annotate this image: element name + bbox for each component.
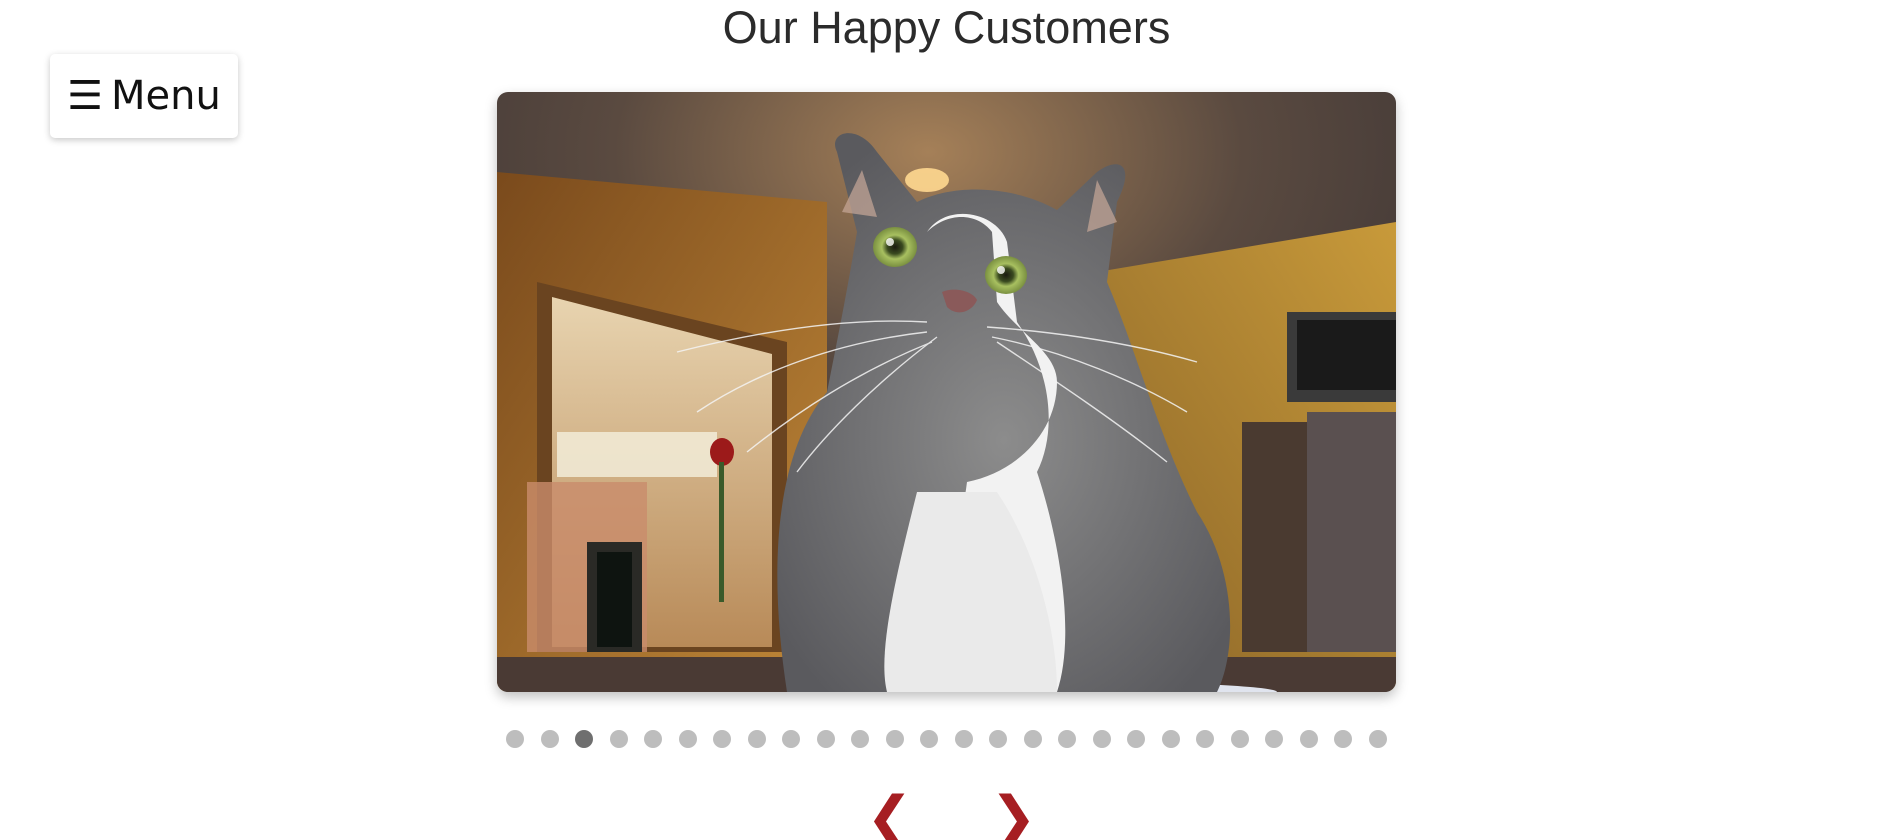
carousel-dot[interactable] (816, 730, 835, 748)
carousel-dot[interactable] (885, 730, 904, 748)
carousel-dot[interactable] (1058, 730, 1077, 748)
carousel-dot[interactable] (1368, 730, 1387, 748)
carousel-dot[interactable] (644, 730, 663, 748)
carousel-dot[interactable] (920, 730, 939, 748)
menu-button[interactable]: ☰ Menu (50, 54, 238, 138)
carousel-dots (497, 730, 1396, 752)
carousel-dot[interactable] (1127, 730, 1146, 748)
carousel-dot[interactable] (609, 730, 628, 748)
menu-label: Menu (111, 73, 221, 119)
carousel-dot[interactable] (678, 730, 697, 748)
carousel-dot[interactable] (782, 730, 801, 748)
carousel-dot[interactable] (954, 730, 973, 748)
carousel-dot[interactable] (851, 730, 870, 748)
carousel-dot[interactable] (1299, 730, 1318, 748)
page-title: Our Happy Customers (722, 2, 1171, 53)
chevron-right-icon[interactable]: ❯ (990, 790, 1037, 840)
cat-photo (497, 92, 1396, 692)
carousel-slide (497, 92, 1396, 692)
carousel-dot[interactable] (713, 730, 732, 748)
chevron-left-icon[interactable]: ❮ (866, 790, 913, 840)
carousel-dot[interactable] (1092, 730, 1111, 748)
carousel-dot[interactable] (540, 730, 559, 748)
carousel-dot[interactable] (1196, 730, 1215, 748)
carousel-dot-active[interactable] (575, 730, 594, 748)
hamburger-icon: ☰ (67, 73, 104, 119)
carousel-dot[interactable] (989, 730, 1008, 748)
carousel-dot[interactable] (1265, 730, 1284, 748)
carousel-dot[interactable] (1334, 730, 1353, 748)
carousel-dot[interactable] (1230, 730, 1249, 748)
carousel-dot[interactable] (1023, 730, 1042, 748)
carousel-dot[interactable] (506, 730, 525, 748)
carousel-dot[interactable] (1161, 730, 1180, 748)
carousel-dot[interactable] (747, 730, 766, 748)
